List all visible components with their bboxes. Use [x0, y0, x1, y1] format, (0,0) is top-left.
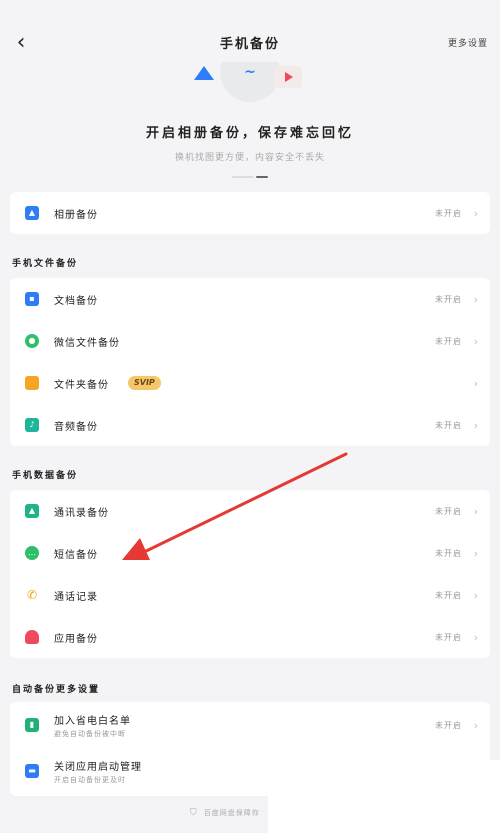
- svip-badge: SVIP: [128, 376, 161, 390]
- data-row-call-log[interactable]: ✆ 通话记录 未开启 ›: [10, 574, 490, 616]
- image-icon: ▲: [25, 206, 39, 220]
- battery-icon: ▮: [25, 718, 39, 732]
- blank-area: [268, 760, 500, 833]
- folder-icon: [25, 376, 39, 390]
- file-row-status: 未开启: [435, 420, 462, 430]
- file-row-document[interactable]: ▪ 文档备份 未开启 ›: [10, 278, 490, 320]
- settings-row-status: 未开启: [435, 720, 462, 730]
- hero-subtitle: 换机找图更方便，内容安全不丢失: [174, 153, 325, 163]
- album-backup-row[interactable]: ▲ 相册备份 未开启 ›: [10, 192, 490, 234]
- album-backup-card: ▲ 相册备份 未开启 ›: [10, 192, 490, 234]
- data-section-title: 手机数据备份: [12, 471, 79, 481]
- wechat-icon: ●: [25, 334, 39, 348]
- data-row-status: 未开启: [435, 590, 462, 600]
- chevron-right-icon: ›: [473, 504, 478, 518]
- file-row-audio[interactable]: ♪ 音频备份 未开启 ›: [10, 404, 490, 446]
- document-icon: ▪: [25, 292, 39, 306]
- settings-row-desc: 开启自动备份更及时: [54, 776, 126, 784]
- backup-illustration: ~: [194, 62, 302, 102]
- footer-note: ⛉ 百度网盘保障你: [190, 808, 260, 818]
- data-row-label: 通讯录备份: [54, 507, 109, 519]
- shield-icon: ⛉: [190, 808, 198, 818]
- data-row-apps[interactable]: 应用备份 未开启 ›: [10, 616, 490, 658]
- contacts-icon: ▲: [25, 504, 39, 518]
- launch-icon: ▬: [25, 764, 39, 778]
- footer-note-text: 百度网盘保障你: [203, 809, 260, 817]
- file-row-label: 微信文件备份: [54, 337, 120, 349]
- album-backup-label: 相册备份: [54, 209, 98, 221]
- settings-row-label: 加入省电白名单: [54, 716, 131, 727]
- chevron-right-icon: ›: [473, 418, 478, 432]
- chevron-right-icon: ›: [473, 376, 478, 390]
- file-row-folder[interactable]: 文件夹备份 SVIP ›: [10, 362, 490, 404]
- hero-title: 开启相册备份，保存难忘回忆: [145, 126, 354, 141]
- phone-icon: ✆: [26, 588, 38, 602]
- sms-icon: …: [25, 546, 39, 560]
- file-backup-card: ▪ 文档备份 未开启 › ● 微信文件备份 未开启 › 文件夹备份 SVIP ›…: [10, 278, 490, 446]
- svg-text:~: ~: [244, 64, 256, 80]
- file-section-title: 手机文件备份: [12, 259, 79, 269]
- audio-icon: ♪: [25, 418, 39, 432]
- carousel-dot-active: [256, 176, 268, 178]
- chevron-right-icon: ›: [473, 334, 478, 348]
- file-row-label: 文档备份: [54, 295, 98, 307]
- chevron-right-icon: ›: [473, 206, 478, 220]
- data-row-label: 短信备份: [54, 549, 98, 561]
- chevron-right-icon: ›: [473, 718, 478, 732]
- page-title: 手机备份: [219, 37, 280, 52]
- data-row-contacts[interactable]: ▲ 通讯录备份 未开启 ›: [10, 490, 490, 532]
- file-row-status: 未开启: [435, 336, 462, 346]
- file-row-label: 文件夹备份: [54, 379, 109, 391]
- file-row-status: 未开启: [435, 294, 462, 304]
- file-row-label: 音频备份: [54, 421, 98, 433]
- album-backup-status: 未开启: [435, 208, 462, 218]
- more-settings-link[interactable]: 更多设置: [448, 36, 488, 49]
- settings-row-battery-whitelist[interactable]: ▮ 加入省电白名单 避免自动备份被中断 未开启 ›: [10, 702, 490, 748]
- data-backup-card: ▲ 通讯录备份 未开启 › … 短信备份 未开启 › ✆ 通话记录 未开启 › …: [10, 490, 490, 658]
- data-row-status: 未开启: [435, 506, 462, 516]
- data-row-status: 未开启: [435, 548, 462, 558]
- chevron-right-icon: ›: [473, 546, 478, 560]
- settings-section-title: 自动备份更多设置: [12, 685, 101, 695]
- chevron-right-icon: ›: [473, 630, 478, 644]
- data-row-label: 应用备份: [54, 633, 98, 645]
- app-icon: [25, 630, 39, 644]
- file-row-wechat[interactable]: ● 微信文件备份 未开启 ›: [10, 320, 490, 362]
- carousel-indicator: [232, 175, 272, 179]
- settings-row-desc: 避免自动备份被中断: [54, 730, 126, 738]
- carousel-dot: [232, 176, 254, 178]
- chevron-right-icon: ›: [473, 292, 478, 306]
- chevron-right-icon: ›: [473, 588, 478, 602]
- data-row-status: 未开启: [435, 632, 462, 642]
- settings-row-label: 关闭应用启动管理: [54, 762, 142, 773]
- data-row-label: 通话记录: [54, 591, 98, 603]
- data-row-sms[interactable]: … 短信备份 未开启 ›: [10, 532, 490, 574]
